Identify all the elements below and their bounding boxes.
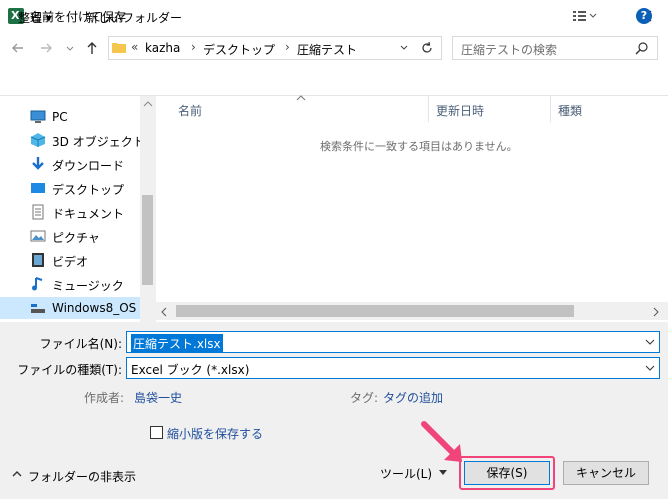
videos-icon <box>30 252 46 268</box>
column-divider[interactable] <box>428 96 429 122</box>
breadcrumb-item[interactable]: デスクトップ <box>203 41 275 58</box>
back-button[interactable] <box>8 38 28 58</box>
horizontal-scroll-thumb[interactable] <box>176 305 574 317</box>
up-button[interactable] <box>82 38 102 58</box>
nav-item-windows-drive[interactable]: Windows8_OS (C <box>0 297 153 319</box>
arrow-icon <box>421 421 462 462</box>
music-icon <box>30 276 46 292</box>
save-thumbnail-checkbox[interactable] <box>150 426 163 439</box>
author-label: 作成者: <box>84 391 125 405</box>
nav-item-label: ミュージック <box>52 279 124 293</box>
new-folder-button[interactable]: 新しいフォルダー <box>86 9 182 26</box>
column-header-type[interactable]: 種類 <box>558 102 582 119</box>
help-icon[interactable]: ? <box>636 8 652 24</box>
pointing-arrow-annotation <box>420 420 470 470</box>
nav-item-label: ダウンロード <box>52 159 125 173</box>
address-history-button[interactable] <box>399 43 409 53</box>
pictures-icon <box>30 228 46 244</box>
3d-objects-icon <box>30 132 46 148</box>
nav-item-music[interactable]: ミュージック <box>22 273 152 295</box>
refresh-icon <box>422 41 432 53</box>
nav-item-documents[interactable]: ドキュメント <box>22 201 152 223</box>
breadcrumb-item[interactable]: 圧縮テスト <box>297 41 357 58</box>
chevron-left-icon <box>161 307 167 317</box>
nav-item-label: ピクチャ <box>52 231 100 245</box>
sort-ascending-icon <box>296 94 306 102</box>
nav-item-pc[interactable]: PC <box>22 106 152 128</box>
nav-item-downloads[interactable]: ダウンロード <box>22 153 152 175</box>
address-bar[interactable]: « kazha › デスクトップ › 圧縮テスト <box>108 36 442 60</box>
nav-item-label: デスクトップ <box>52 183 125 197</box>
chevron-up-icon <box>143 101 153 107</box>
chevron-down-icon <box>438 469 448 477</box>
file-list-pane: 名前 更新日時 種類 検索条件に一致する項目はありません。 <box>156 94 668 322</box>
desktop-icon <box>30 180 46 196</box>
column-header-modified[interactable]: 更新日時 <box>436 102 484 119</box>
filetype-select[interactable]: Excel ブック (*.xlsx) <box>126 357 660 379</box>
filename-value: 圧縮テスト.xlsx <box>131 334 223 353</box>
forward-button[interactable] <box>36 38 56 58</box>
nav-item-pictures[interactable]: ピクチャ <box>22 225 152 247</box>
chevron-down-icon <box>66 46 74 51</box>
filename-label: ファイル名(N): <box>39 337 122 351</box>
nav-item-label: ドキュメント <box>52 207 125 221</box>
breadcrumb-item[interactable]: kazha <box>145 41 180 55</box>
documents-icon <box>30 204 46 220</box>
nav-scroll-thumb[interactable] <box>142 195 153 285</box>
filetype-value: Excel ブック (*.xlsx) <box>131 363 250 377</box>
column-divider[interactable] <box>550 96 551 122</box>
save-highlight-annotation <box>459 456 555 490</box>
pc-icon <box>30 109 46 125</box>
hide-folders-label: フォルダーの非表示 <box>28 470 137 484</box>
breadcrumb-separator: › <box>191 40 196 54</box>
nav-item-3d-objects[interactable]: 3D オブジェクト <box>22 129 152 151</box>
organize-button[interactable]: 整理 ▾ <box>18 9 52 26</box>
forward-arrow-icon <box>41 43 52 53</box>
chevron-down-icon[interactable] <box>645 338 655 346</box>
search-icon[interactable] <box>634 41 650 57</box>
folder-icon <box>112 41 126 53</box>
nav-item-label: PC <box>52 110 68 124</box>
scroll-left-button[interactable] <box>160 307 168 317</box>
download-icon <box>30 156 46 172</box>
empty-results-message: 検索条件に一致する項目はありません。 <box>320 140 518 153</box>
nav-item-videos[interactable]: ビデオ <box>22 249 152 271</box>
search-placeholder: 圧縮テストの検索 <box>461 43 558 57</box>
cancel-button[interactable]: キャンセル <box>563 461 649 485</box>
chevron-down-icon[interactable] <box>645 364 655 372</box>
tags-label: タグ: <box>350 391 379 405</box>
details-view-icon <box>573 11 597 21</box>
search-input[interactable]: 圧縮テストの検索 <box>452 36 658 60</box>
author-value[interactable]: 島袋一史 <box>134 389 182 406</box>
save-thumbnail-label[interactable]: 縮小版を保存する <box>167 425 263 442</box>
scroll-right-button[interactable] <box>652 307 660 317</box>
chevron-up-icon <box>12 470 22 478</box>
breadcrumb-separator: › <box>285 40 290 54</box>
view-options-button[interactable] <box>572 9 598 23</box>
command-toolbar <box>0 64 668 96</box>
drive-icon <box>30 300 46 316</box>
filename-input[interactable]: 圧縮テスト.xlsx <box>126 331 660 353</box>
up-arrow-icon <box>87 42 97 54</box>
column-header-name[interactable]: 名前 <box>178 102 202 119</box>
refresh-button[interactable] <box>419 40 435 56</box>
filetype-label: ファイルの種類(T): <box>17 363 122 377</box>
nav-item-label: 3D オブジェクト <box>52 135 145 149</box>
tags-value[interactable]: タグの追加 <box>383 389 443 406</box>
scroll-up-button[interactable] <box>143 100 153 108</box>
recent-locations-button[interactable] <box>64 40 76 56</box>
chevron-down-icon <box>400 45 408 50</box>
back-arrow-icon <box>12 43 23 53</box>
nav-item-label: Windows8_OS (C <box>52 301 154 315</box>
breadcrumb-overflow[interactable]: « <box>131 40 138 54</box>
nav-item-desktop[interactable]: デスクトップ <box>22 177 152 199</box>
chevron-right-icon <box>653 307 659 317</box>
nav-item-label: ビデオ <box>52 255 89 269</box>
